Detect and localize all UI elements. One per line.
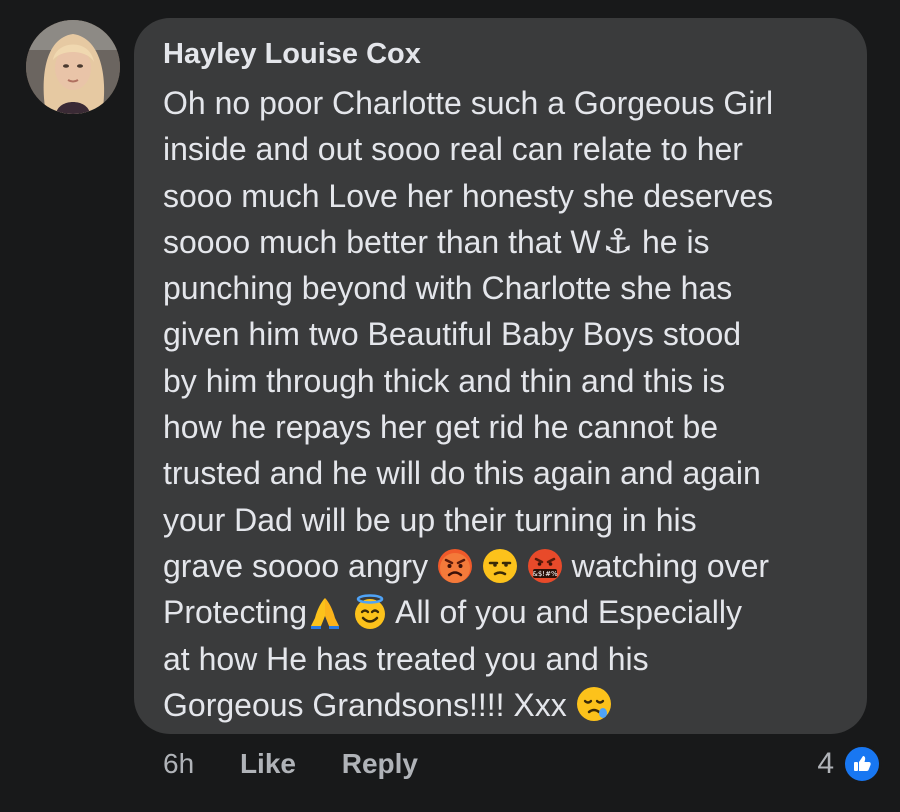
comment-line: by him through thick and thin and this i… xyxy=(163,362,726,399)
comment-line: how he repays her get rid he cannot be xyxy=(163,409,719,446)
comment-line: inside and out sooo real can relate to h… xyxy=(163,131,743,168)
comment-text: All of you and Especially xyxy=(387,594,742,631)
like-button[interactable]: Like xyxy=(240,748,296,779)
comment-line: soooo much better than that W⚓ he is xyxy=(163,219,853,265)
angry-face-icon xyxy=(437,548,473,584)
comment-line: trusted and he will do this again and ag… xyxy=(163,455,761,492)
reaction-summary[interactable]: 4 xyxy=(817,744,882,784)
comment-line: grave soooo angry &$!#% watching over xyxy=(163,543,853,589)
comment-line: given him two Beautiful Baby Boys stood xyxy=(163,316,742,353)
avatar[interactable] xyxy=(26,20,120,114)
unamused-face-icon xyxy=(482,548,518,584)
comment-text: Gorgeous Grandsons!!!! Xxx xyxy=(163,686,576,723)
comment-text: he is xyxy=(633,223,710,260)
comment-text: watching over xyxy=(562,547,770,584)
smiling-face-with-halo-icon xyxy=(352,594,388,630)
reaction-count: 4 xyxy=(817,747,834,780)
like-reaction-icon xyxy=(842,744,882,784)
comment-line: Oh no poor Charlotte such a Gorgeous Gir… xyxy=(163,85,774,121)
comment-timestamp[interactable]: 6h xyxy=(163,748,194,779)
comment-line: Gorgeous Grandsons!!!! Xxx xyxy=(163,682,853,728)
comment-text: Protecting xyxy=(163,594,308,631)
comment-line: punching beyond with Charlotte she has xyxy=(163,270,733,307)
comment-author[interactable]: Hayley Louise Cox xyxy=(163,38,421,71)
cursing-face-icon: &$!#% xyxy=(527,548,563,584)
comment-line: sooo much Love her honesty she deserves xyxy=(163,177,774,214)
folded-hands-icon xyxy=(307,594,343,630)
comment-line: your Dad will be up their turning in his xyxy=(163,501,697,538)
comment-line: at how He has treated you and his xyxy=(163,640,649,677)
comment-body: Oh no poor Charlotte such a Gorgeous Gir… xyxy=(163,80,853,728)
comment-text: soooo much better than that W xyxy=(163,223,601,260)
comment-text: grave soooo angry xyxy=(163,547,437,584)
sleepy-face-icon xyxy=(576,686,612,722)
comment-actions: 6h Like Reply xyxy=(163,748,456,780)
anchor-icon: ⚓ xyxy=(602,222,634,261)
svg-text:&$!#%: &$!#% xyxy=(532,570,558,578)
profile-photo xyxy=(26,20,120,114)
reply-button[interactable]: Reply xyxy=(342,748,418,779)
comment-line: Protecting All of you and Especially xyxy=(163,589,853,635)
